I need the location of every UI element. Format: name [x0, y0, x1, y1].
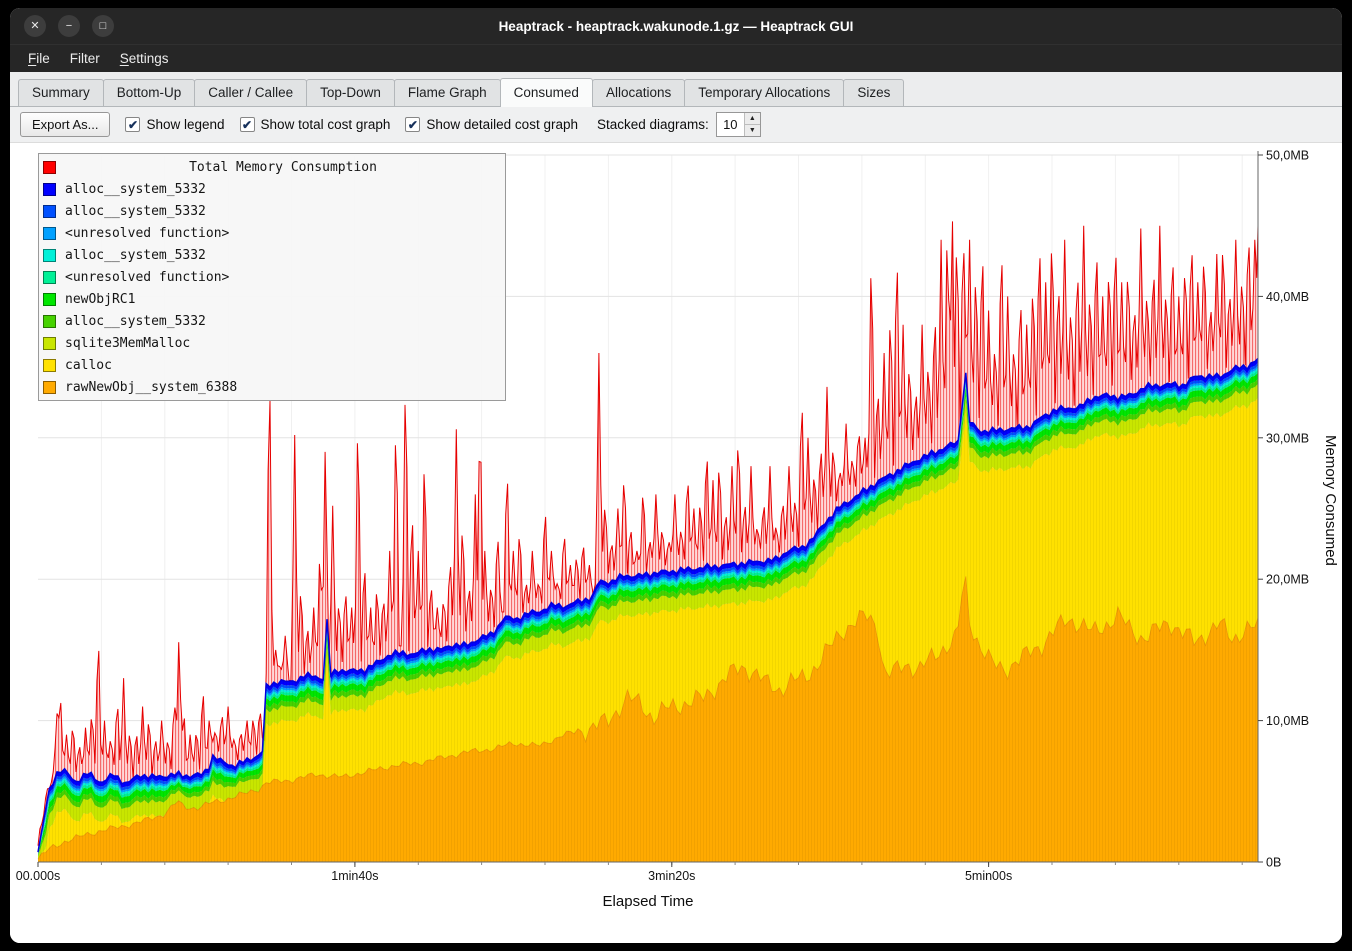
- legend-swatch: [43, 271, 56, 284]
- checkbox-label: Show detailed cost graph: [426, 117, 578, 132]
- x-tick-label: 00.000s: [16, 869, 60, 883]
- legend-label: alloc__system_5332: [65, 182, 206, 197]
- legend-label: calloc: [65, 358, 112, 373]
- checkbox-label: Show legend: [146, 117, 224, 132]
- chart-legend: Total Memory Consumption alloc__system_53…: [38, 153, 506, 401]
- tab-top-down[interactable]: Top-Down: [306, 79, 395, 106]
- legend-item: <unresolved function>: [39, 222, 505, 244]
- legend-item: calloc: [39, 354, 505, 376]
- legend-swatch: [43, 249, 56, 262]
- menu-filter[interactable]: Filter: [60, 48, 110, 69]
- stack-texture: [38, 358, 1258, 862]
- maximize-button[interactable]: □: [92, 15, 114, 37]
- toolbar: Export As... ✔ Show legend ✔ Show total cos…: [10, 107, 1342, 143]
- tab-summary[interactable]: Summary: [18, 79, 104, 106]
- tab-flame-graph[interactable]: Flame Graph: [394, 79, 501, 106]
- legend-label: <unresolved function>: [65, 226, 229, 241]
- legend-item: alloc__system_5332: [39, 244, 505, 266]
- checkbox-box: ✔: [240, 117, 255, 132]
- legend-item: rawNewObj__system_6388: [39, 376, 505, 398]
- legend-item: <unresolved function>: [39, 266, 505, 288]
- stacked-diagrams-spinbox[interactable]: 10 ▲ ▼: [716, 112, 761, 137]
- legend-title-row: Total Memory Consumption: [39, 156, 505, 178]
- legend-label: rawNewObj__system_6388: [65, 380, 237, 395]
- x-tick-label: 1min40s: [331, 869, 378, 883]
- spinbox-arrows: ▲ ▼: [744, 113, 760, 136]
- legend-item: alloc__system_5332: [39, 178, 505, 200]
- checkbox-show-total-cost-graph[interactable]: ✔ Show total cost graph: [240, 117, 391, 132]
- legend-swatch: [43, 183, 56, 196]
- chart-area: 00.000s 1min40s 3min20s 5min00s 0B 10,0MB 20,0…: [10, 143, 1342, 943]
- export-as-button[interactable]: Export As...: [20, 112, 110, 137]
- legend-swatch: [43, 205, 56, 218]
- minimize-button[interactable]: −: [58, 15, 80, 37]
- legend-item: alloc__system_5332: [39, 200, 505, 222]
- heaptrack-window: ✕ − □ Heaptrack - heaptrack.wakunode.1.g…: [10, 8, 1342, 943]
- checkbox-show-legend[interactable]: ✔ Show legend: [125, 117, 224, 132]
- tab-bar: SummaryBottom-UpCaller / CalleeTop-DownF…: [10, 72, 1342, 107]
- legend-item: alloc__system_5332: [39, 310, 505, 332]
- checkbox-box: ✔: [125, 117, 140, 132]
- y-tick-label: 20,0MB: [1266, 573, 1309, 587]
- toolbar-checkboxes: ✔ Show legend ✔ Show total cost graph ✔ Show …: [125, 117, 578, 132]
- legend-label: <unresolved function>: [65, 270, 229, 285]
- legend-item: sqlite3MemMalloc: [39, 332, 505, 354]
- legend-swatch: [43, 381, 56, 394]
- spin-up-icon[interactable]: ▲: [745, 113, 760, 125]
- legend-swatch: [43, 227, 56, 240]
- stacked-diagrams-value: 10: [717, 113, 744, 136]
- x-tick-label: 3min20s: [648, 869, 695, 883]
- x-axis-title: Elapsed Time: [603, 893, 694, 910]
- x-tick-label: 5min00s: [965, 869, 1012, 883]
- tab-sizes[interactable]: Sizes: [843, 79, 904, 106]
- legend-title: Total Memory Consumption: [65, 160, 501, 175]
- spin-down-icon[interactable]: ▼: [745, 125, 760, 136]
- checkbox-show-detailed-cost-graph[interactable]: ✔ Show detailed cost graph: [405, 117, 578, 132]
- y-tick-label: 50,0MB: [1266, 149, 1309, 163]
- legend-item: newObjRC1: [39, 288, 505, 310]
- y-tick-label: 0B: [1266, 856, 1281, 870]
- tab-caller-callee[interactable]: Caller / Callee: [194, 79, 307, 106]
- tab-bottom-up[interactable]: Bottom-Up: [103, 79, 196, 106]
- checkbox-box: ✔: [405, 117, 420, 132]
- legend-swatch: [43, 359, 56, 372]
- legend-swatch: [43, 315, 56, 328]
- legend-label: alloc__system_5332: [65, 248, 206, 263]
- legend-swatch: [43, 293, 56, 306]
- checkbox-label: Show total cost graph: [261, 117, 391, 132]
- tab-allocations[interactable]: Allocations: [592, 79, 685, 106]
- legend-label: alloc__system_5332: [65, 314, 206, 329]
- titlebar: ✕ − □ Heaptrack - heaptrack.wakunode.1.g…: [10, 8, 1342, 44]
- legend-swatch: [43, 337, 56, 350]
- tab-consumed[interactable]: Consumed: [500, 78, 593, 107]
- legend-label: newObjRC1: [65, 292, 135, 307]
- close-button[interactable]: ✕: [24, 15, 46, 37]
- legend-swatch: [43, 161, 56, 174]
- window-title: Heaptrack - heaptrack.wakunode.1.gz — He…: [10, 19, 1342, 34]
- menu-bar: FileFilterSettings: [10, 44, 1342, 72]
- stacked-diagrams-label: Stacked diagrams:: [597, 117, 709, 132]
- legend-label: alloc__system_5332: [65, 204, 206, 219]
- y-axis-title: Memory Consumed: [1322, 435, 1339, 566]
- menu-settings[interactable]: Settings: [110, 48, 179, 69]
- y-tick-label: 30,0MB: [1266, 431, 1309, 445]
- tab-temporary-allocations[interactable]: Temporary Allocations: [684, 79, 844, 106]
- y-tick-label: 40,0MB: [1266, 290, 1309, 304]
- window-controls: ✕ − □: [10, 15, 114, 37]
- y-tick-label: 10,0MB: [1266, 714, 1309, 728]
- menu-file[interactable]: File: [18, 48, 60, 69]
- legend-label: sqlite3MemMalloc: [65, 336, 190, 351]
